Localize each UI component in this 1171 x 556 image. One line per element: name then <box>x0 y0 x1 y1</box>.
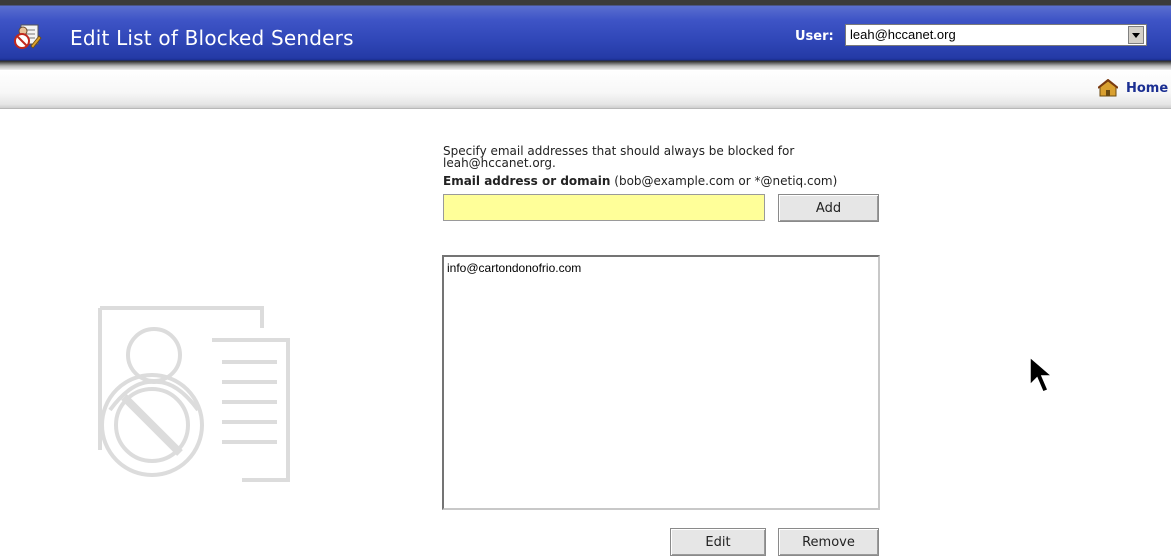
list-item[interactable]: info@cartondonofrio.com <box>447 261 875 275</box>
blocked-senders-list[interactable]: info@cartondonofrio.com <box>442 255 880 510</box>
page-title: Edit List of Blocked Senders <box>70 26 354 50</box>
email-field[interactable] <box>443 194 765 221</box>
email-field-hint: (bob@example.com or *@netiq.com) <box>614 174 838 188</box>
intro-text: Specify email addresses that should alwa… <box>443 145 913 169</box>
home-label: Home <box>1126 80 1169 96</box>
home-icon <box>1098 79 1118 97</box>
edit-button[interactable]: Edit <box>670 528 766 556</box>
title-bar: Edit List of Blocked Senders User: leah@… <box>0 0 1171 70</box>
blocked-senders-watermark-icon <box>98 306 290 482</box>
email-field-label-bold: Email address or domain <box>443 174 611 188</box>
intro-line-2: leah@hccanet.org. <box>443 156 556 170</box>
blocked-senders-icon <box>14 24 42 49</box>
chevron-down-icon[interactable] <box>1128 26 1144 44</box>
add-button[interactable]: Add <box>778 194 879 222</box>
home-link[interactable]: Home <box>1098 79 1168 97</box>
email-field-label: Email address or domain (bob@example.com… <box>443 174 837 188</box>
user-select-value: leah@hccanet.org <box>850 27 956 42</box>
user-select[interactable]: leah@hccanet.org <box>845 24 1147 46</box>
mouse-pointer-icon <box>1029 355 1054 393</box>
user-label: User: <box>795 29 834 44</box>
nav-bar: Home <box>0 70 1171 109</box>
remove-button[interactable]: Remove <box>778 528 879 556</box>
